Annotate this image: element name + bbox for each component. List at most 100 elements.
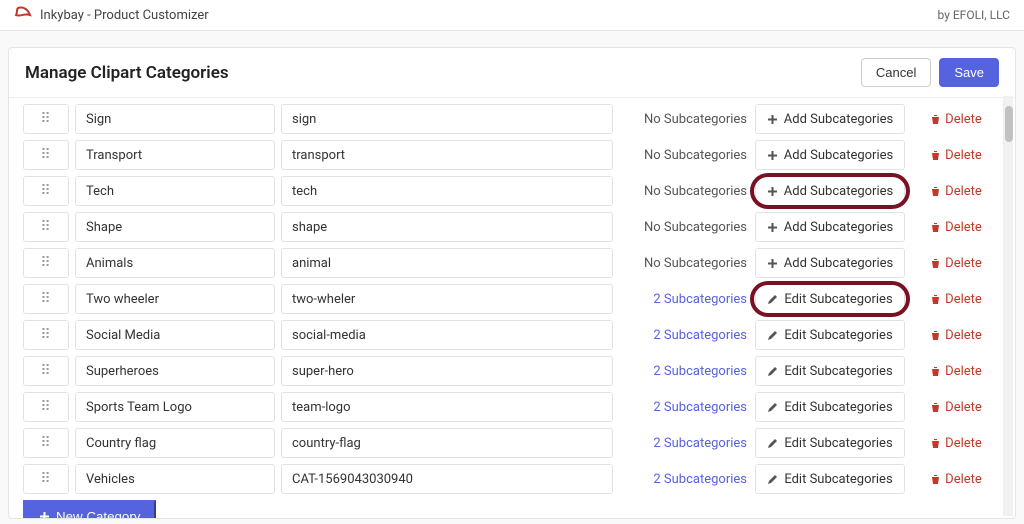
subcategory-count[interactable]: 2 Subcategories: [619, 320, 749, 350]
category-name-input[interactable]: Sign: [75, 104, 275, 134]
drag-handle[interactable]: ⠿: [23, 248, 69, 278]
delete-button[interactable]: Delete: [911, 176, 1001, 206]
table-row: ⠿TransporttransportNo Subcategories Add …: [23, 140, 1001, 170]
action-label: Edit Subcategories: [784, 292, 892, 307]
save-button[interactable]: Save: [939, 58, 999, 87]
action-label: Edit Subcategories: [784, 400, 892, 415]
drag-handle[interactable]: ⠿: [23, 284, 69, 314]
drag-handle[interactable]: ⠿: [23, 428, 69, 458]
trash-icon: [930, 150, 941, 161]
app-title: Inkybay - Product Customizer: [40, 8, 209, 23]
drag-handle[interactable]: ⠿: [23, 104, 69, 134]
category-name-input[interactable]: Two wheeler: [75, 284, 275, 314]
category-slug-input[interactable]: sign: [281, 104, 613, 134]
drag-handle[interactable]: ⠿: [23, 320, 69, 350]
action-label: Edit Subcategories: [784, 436, 892, 451]
delete-button[interactable]: Delete: [911, 428, 1001, 458]
category-name-input[interactable]: Superheroes: [75, 356, 275, 386]
edit-subcategories-button[interactable]: Edit Subcategories: [755, 320, 905, 350]
drag-handle[interactable]: ⠿: [23, 356, 69, 386]
delete-label: Delete: [945, 220, 982, 235]
category-slug-input[interactable]: shape: [281, 212, 613, 242]
panel-header: Manage Clipart Categories Cancel Save: [9, 48, 1015, 98]
app-logo-icon: [14, 6, 32, 24]
delete-button[interactable]: Delete: [911, 248, 1001, 278]
delete-button[interactable]: Delete: [911, 356, 1001, 386]
delete-button[interactable]: Delete: [911, 104, 1001, 134]
subcategory-count[interactable]: 2 Subcategories: [619, 392, 749, 422]
delete-button[interactable]: Delete: [911, 212, 1001, 242]
category-slug-input[interactable]: social-media: [281, 320, 613, 350]
add-subcategories-button[interactable]: Add Subcategories: [755, 212, 905, 242]
category-slug-input[interactable]: super-hero: [281, 356, 613, 386]
delete-button[interactable]: Delete: [911, 284, 1001, 314]
pencil-icon: [767, 330, 778, 341]
add-subcategories-button[interactable]: Add Subcategories: [755, 248, 905, 278]
trash-icon: [930, 294, 941, 305]
drag-handle[interactable]: ⠿: [23, 140, 69, 170]
pencil-icon: [767, 474, 778, 485]
category-slug-input[interactable]: CAT-1569043030940: [281, 464, 613, 494]
category-name-input[interactable]: Transport: [75, 140, 275, 170]
action-label: Add Subcategories: [784, 220, 893, 235]
add-subcategories-button[interactable]: Add Subcategories: [755, 104, 905, 134]
category-slug-input[interactable]: tech: [281, 176, 613, 206]
edit-subcategories-button[interactable]: Edit Subcategories: [755, 392, 905, 422]
edit-subcategories-button[interactable]: Edit Subcategories: [755, 284, 905, 314]
category-name-input[interactable]: Tech: [75, 176, 275, 206]
action-label: Edit Subcategories: [784, 328, 892, 343]
scrollbar[interactable]: [1003, 96, 1013, 516]
delete-label: Delete: [945, 364, 982, 379]
add-subcategories-button[interactable]: Add Subcategories: [755, 176, 905, 206]
category-name-input[interactable]: Shape: [75, 212, 275, 242]
pencil-icon: [767, 402, 778, 413]
drag-icon: ⠿: [40, 404, 51, 410]
subcategory-count[interactable]: 2 Subcategories: [619, 284, 749, 314]
edit-subcategories-button[interactable]: Edit Subcategories: [755, 356, 905, 386]
action-label: Edit Subcategories: [784, 364, 892, 379]
drag-handle[interactable]: ⠿: [23, 464, 69, 494]
drag-icon: ⠿: [40, 440, 51, 446]
category-slug-input[interactable]: transport: [281, 140, 613, 170]
subcategory-count[interactable]: 2 Subcategories: [619, 428, 749, 458]
subcategory-count: No Subcategories: [619, 176, 749, 206]
delete-button[interactable]: Delete: [911, 464, 1001, 494]
category-slug-input[interactable]: two-wheler: [281, 284, 613, 314]
trash-icon: [930, 474, 941, 485]
drag-handle[interactable]: ⠿: [23, 212, 69, 242]
trash-icon: [930, 186, 941, 197]
category-name-input[interactable]: Animals: [75, 248, 275, 278]
delete-label: Delete: [945, 112, 982, 127]
trash-icon: [930, 222, 941, 233]
drag-handle[interactable]: ⠿: [23, 176, 69, 206]
action-label: Edit Subcategories: [784, 472, 892, 487]
drag-handle[interactable]: ⠿: [23, 392, 69, 422]
delete-button[interactable]: Delete: [911, 140, 1001, 170]
subcategory-count[interactable]: 2 Subcategories: [619, 356, 749, 386]
category-name-input[interactable]: Sports Team Logo: [75, 392, 275, 422]
category-slug-input[interactable]: country-flag: [281, 428, 613, 458]
category-name-input[interactable]: Country flag: [75, 428, 275, 458]
category-slug-input[interactable]: team-logo: [281, 392, 613, 422]
category-name-input[interactable]: Social Media: [75, 320, 275, 350]
add-subcategories-button[interactable]: Add Subcategories: [755, 140, 905, 170]
subcategory-count[interactable]: 2 Subcategories: [619, 464, 749, 494]
cancel-button[interactable]: Cancel: [861, 58, 931, 87]
delete-button[interactable]: Delete: [911, 392, 1001, 422]
category-name-input[interactable]: Vehicles: [75, 464, 275, 494]
table-row: ⠿Social Mediasocial-media2 Subcategories…: [23, 320, 1001, 350]
pencil-icon: [767, 438, 778, 449]
action-label: Add Subcategories: [784, 112, 893, 127]
delete-button[interactable]: Delete: [911, 320, 1001, 350]
table-row: ⠿ Country flagcountry-flag2 Subcategories…: [23, 428, 1001, 458]
subcategory-count: No Subcategories: [619, 212, 749, 242]
category-slug-input[interactable]: animal: [281, 248, 613, 278]
table-row: ⠿VehiclesCAT-15690430309402 Subcategorie…: [23, 464, 1001, 494]
edit-subcategories-button[interactable]: Edit Subcategories: [755, 428, 905, 458]
delete-label: Delete: [945, 148, 982, 163]
edit-subcategories-button[interactable]: Edit Subcategories: [755, 464, 905, 494]
new-category-button[interactable]: New Category: [23, 500, 156, 518]
action-label: Add Subcategories: [784, 184, 893, 199]
scrollbar-thumb[interactable]: [1005, 106, 1013, 142]
drag-icon: ⠿: [40, 260, 51, 266]
